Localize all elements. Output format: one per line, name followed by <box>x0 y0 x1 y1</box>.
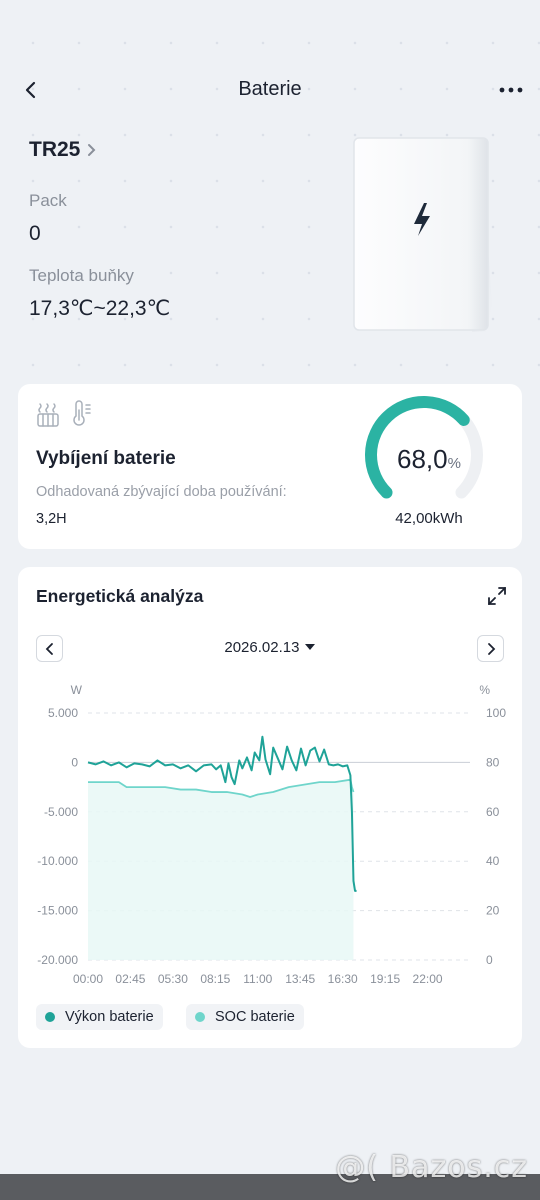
x-tick-label: 02:45 <box>115 972 145 986</box>
x-tick-label: 16:30 <box>328 972 358 986</box>
y-right-unit: % <box>479 683 490 697</box>
y-right-tick-label: 20 <box>486 904 500 918</box>
y-left-tick-label: 0 <box>71 755 78 769</box>
chevron-right-icon <box>487 642 495 655</box>
device-name: TR25 <box>29 138 81 161</box>
battery-device-image <box>353 137 492 332</box>
y-right-tick-label: 0 <box>486 953 493 967</box>
legend-item-power[interactable]: Výkon baterie <box>36 1004 163 1030</box>
x-tick-label: 00:00 <box>73 972 103 986</box>
expand-icon <box>488 587 506 605</box>
discharge-status-title: Vybíjení baterie <box>36 448 176 469</box>
pack-value: 0 <box>29 222 41 245</box>
x-tick-label: 05:30 <box>158 972 188 986</box>
cell-temperature-value: 17,3℃~22,3℃ <box>29 297 171 320</box>
soc-legend-dot <box>195 1012 205 1022</box>
x-tick-label: 19:15 <box>370 972 400 986</box>
x-tick-label: 22:00 <box>413 972 443 986</box>
energy-analysis-title: Energetická analýza <box>36 586 204 606</box>
soc-area <box>88 779 354 960</box>
y-right-tick-label: 40 <box>486 854 500 868</box>
energy-chart: W % 5.000 100 0 80 -5.000 60 -10.000 40 -15.000 20 -… <box>37 683 506 986</box>
header: Baterie <box>0 70 540 110</box>
more-dots-icon <box>499 87 523 93</box>
y-left-tick-label: -5.000 <box>44 805 78 819</box>
more-options-button[interactable] <box>496 80 526 100</box>
cell-temperature-label: Teplota buňky <box>29 266 134 285</box>
legend-label-soc: SOC baterie <box>215 1009 295 1025</box>
power-legend-dot <box>45 1012 55 1022</box>
next-day-button[interactable] <box>477 635 504 662</box>
soc-percentage: 68,0% <box>364 444 494 475</box>
battery-status-card: Vybíjení baterie Odhadovaná zbývající do… <box>18 384 522 549</box>
chevron-right-icon <box>88 144 96 156</box>
heater-icon <box>37 403 59 427</box>
remaining-time-value: 3,2H <box>36 511 67 527</box>
y-left-tick-label: -10.000 <box>37 854 78 868</box>
x-tick-label: 13:45 <box>285 972 315 986</box>
soc-unit: % <box>447 455 461 472</box>
x-tick-label: 11:00 <box>243 972 272 986</box>
legend-label-power: Výkon baterie <box>65 1009 154 1025</box>
legend-item-soc[interactable]: SOC baterie <box>186 1004 304 1030</box>
caret-down-icon <box>304 644 315 650</box>
y-left-tick-label: 5.000 <box>48 706 78 720</box>
selected-date: 2026.02.13 <box>224 639 300 656</box>
y-right-tick-label: 60 <box>486 805 500 819</box>
page-title: Baterie <box>238 78 302 100</box>
y-left-tick-label: -15.000 <box>37 904 78 918</box>
y-left-unit: W <box>71 683 83 697</box>
x-tick-label: 08:15 <box>200 972 230 986</box>
y-right-tick-label: 80 <box>486 755 500 769</box>
date-selector[interactable]: 2026.02.13 <box>18 639 522 656</box>
energy-analysis-card: Energetická analýza 2026.02.13 W% 5.000 10… <box>18 567 522 1048</box>
y-left-tick-label: -20.000 <box>37 953 78 967</box>
thermometer-icon <box>73 400 91 426</box>
y-right-tick-label: 100 <box>486 706 506 720</box>
status-icons <box>36 400 94 428</box>
remaining-energy: 42,00kWh <box>395 510 463 527</box>
watermark: @( Bazos.cz <box>335 1150 528 1185</box>
device-name-link[interactable]: TR25 <box>29 138 98 162</box>
expand-button[interactable] <box>486 585 508 607</box>
pack-label: Pack <box>29 191 67 210</box>
soc-value: 68,0 <box>397 444 448 474</box>
remaining-time-label: Odhadovaná zbývající doba používání: <box>36 484 287 500</box>
